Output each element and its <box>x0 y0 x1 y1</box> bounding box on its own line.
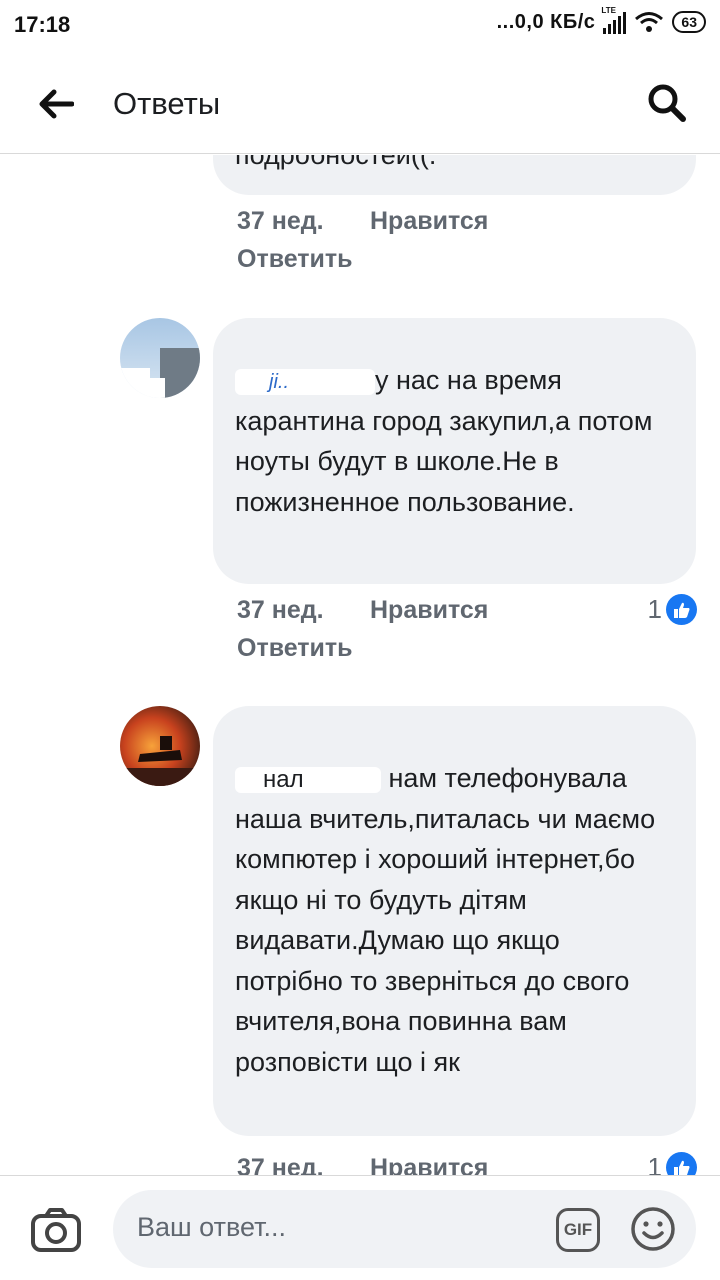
smiley-icon <box>631 1207 675 1251</box>
emoji-button[interactable] <box>630 1206 676 1252</box>
comment-time: 37 нед. <box>237 596 324 624</box>
replies-list[interactable]: подробностей((. 37 нед. Нравится Ответит… <box>0 155 720 1175</box>
mention-redacted[interactable]: ji.. <box>235 368 375 395</box>
thumbs-up-icon <box>666 594 697 625</box>
thumbs-up-icon <box>666 1152 697 1175</box>
signal-icon: LTE <box>601 6 627 34</box>
camera-button[interactable] <box>30 1206 82 1254</box>
status-bar: 17:18 ...0,0 КБ/с LTE 63 <box>0 0 720 52</box>
gif-button[interactable]: GIF <box>556 1208 600 1252</box>
reaction-count[interactable]: 1 <box>648 1152 697 1175</box>
reply-composer: Ваш ответ... GIF <box>0 1175 720 1280</box>
like-link[interactable]: Нравится <box>370 1154 488 1175</box>
camera-icon <box>31 1208 81 1252</box>
comment-bubble[interactable]: нал нам телефонувала наша вчитель,питала… <box>213 706 696 1136</box>
reply-placeholder: Ваш ответ... <box>137 1212 287 1242</box>
reply-link[interactable]: Ответить <box>237 634 353 663</box>
avatar[interactable] <box>120 706 200 786</box>
status-time: 17:18 <box>14 12 71 37</box>
comment-time: 37 нед. <box>237 1154 324 1175</box>
comment-text: подробностей((. <box>235 155 437 170</box>
like-link[interactable]: Нравится <box>370 596 488 625</box>
app-header: Ответы <box>0 52 720 154</box>
comment-body: нам телефонувала наша вчитель,питалась ч… <box>235 763 656 1077</box>
reaction-count[interactable]: 1 <box>648 594 697 625</box>
comment-time: 37 нед. <box>237 207 324 235</box>
comment-bubble[interactable]: ji.. у нас на время карантина город закуп… <box>213 318 696 584</box>
arrow-left-icon <box>39 89 74 119</box>
mention-redacted[interactable]: нал <box>235 766 381 793</box>
network-speed: ...0,0 КБ/с <box>496 10 596 33</box>
like-count: 1 <box>647 1152 662 1175</box>
comment-text: нал нам телефонувала наша вчитель,питала… <box>235 758 674 1082</box>
like-link[interactable]: Нравится <box>370 207 488 236</box>
battery-indicator: 63 <box>672 11 706 33</box>
avatar[interactable] <box>120 318 200 398</box>
status-icons: ...0,0 КБ/с LTE 63 <box>496 6 706 34</box>
comment-text: ji.. у нас на время карантина город закуп… <box>235 360 674 522</box>
wifi-icon <box>634 11 664 33</box>
search-button[interactable] <box>644 80 690 126</box>
comment-bubble[interactable]: подробностей((. <box>213 155 696 195</box>
like-count: 1 <box>647 594 662 624</box>
reply-input[interactable]: Ваш ответ... GIF <box>113 1190 696 1268</box>
search-icon <box>648 84 686 122</box>
page-title: Ответы <box>113 86 221 121</box>
reply-link[interactable]: Ответить <box>237 245 353 274</box>
back-button[interactable] <box>32 82 80 126</box>
lte-label: LTE <box>601 6 616 15</box>
